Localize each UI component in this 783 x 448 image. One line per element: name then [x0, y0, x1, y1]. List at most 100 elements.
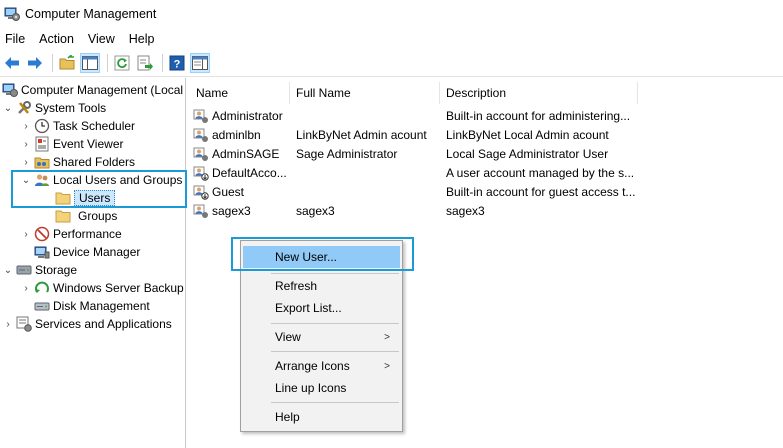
computer-management-icon	[2, 82, 18, 98]
tree-item-computer-management[interactable]: Computer Management (Local	[2, 81, 183, 99]
menu-separator	[271, 402, 399, 403]
user-name: Guest	[212, 184, 245, 199]
user-description: sagex3	[446, 203, 485, 218]
list-header: Name Full Name Description	[190, 82, 640, 104]
tree-item-label: Device Manager	[53, 245, 141, 259]
performance-icon	[34, 226, 50, 242]
user-full-name: LinkByNet Admin acount	[296, 127, 427, 142]
menu-item-label: View	[275, 330, 301, 344]
folder-icon	[55, 208, 71, 224]
chevron-right-icon[interactable]: ›	[3, 319, 13, 330]
user-name: Administrator	[212, 108, 283, 123]
tree-item-groups[interactable]: Groups	[52, 207, 117, 225]
show-hide-tree-icon[interactable]	[80, 52, 100, 73]
tree-item-task-scheduler[interactable]: › Task Scheduler	[21, 117, 135, 135]
table-row[interactable]: Administrator Built-in account for admin…	[190, 106, 638, 125]
user-icon	[193, 108, 209, 124]
menu-item-label: Help	[275, 410, 300, 424]
up-folder-icon[interactable]	[57, 53, 77, 73]
table-row[interactable]: Guest Built-in account for guest access …	[190, 182, 638, 201]
menu-separator	[271, 323, 399, 324]
tree-item-label: Event Viewer	[53, 137, 124, 151]
menu-item-arrange-icons[interactable]: Arrange Icons >	[243, 355, 400, 377]
chevron-down-icon[interactable]: ⌄	[3, 103, 13, 114]
toolbar-separator	[162, 53, 163, 72]
forward-arrow-icon[interactable]	[25, 53, 45, 73]
menu-item-label: Export List...	[275, 301, 342, 315]
menu-help[interactable]: Help	[123, 32, 161, 46]
computer-management-icon	[4, 6, 20, 22]
services-icon	[16, 316, 32, 332]
tree-item-windows-server-backup[interactable]: › Windows Server Backup	[21, 279, 184, 297]
menu-view[interactable]: View	[82, 32, 121, 46]
tree-item-label: Windows Server Backup	[53, 281, 184, 295]
tree-item-event-viewer[interactable]: › Event Viewer	[21, 135, 123, 153]
tree-item-system-tools[interactable]: ⌄ System Tools	[3, 99, 106, 117]
menu-bar: File Action View Help	[0, 28, 783, 49]
disk-icon	[34, 298, 50, 314]
chevron-right-icon[interactable]: ›	[21, 229, 31, 240]
svg-text:?: ?	[174, 58, 181, 70]
help-icon[interactable]: ?	[167, 53, 187, 73]
chevron-right-icon[interactable]: ›	[21, 139, 31, 150]
user-name: sagex3	[212, 203, 251, 218]
title-bar: Computer Management	[0, 0, 783, 28]
menu-file[interactable]: File	[0, 32, 31, 46]
user-description: LinkByNet Local Admin acount	[446, 127, 609, 142]
menu-item-label: Arrange Icons	[275, 359, 350, 373]
toolbar: ?	[0, 49, 783, 77]
tree-item-label: Groups	[78, 209, 118, 223]
menu-item-refresh[interactable]: Refresh	[243, 275, 400, 297]
tree-item-performance[interactable]: › Performance	[21, 225, 122, 243]
tree-item-disk-management[interactable]: › Disk Management	[21, 297, 150, 315]
chevron-right-icon[interactable]: ›	[21, 157, 31, 168]
console-tree: Computer Management (Local ⌄ System Tool…	[0, 78, 186, 448]
menu-action[interactable]: Action	[33, 32, 80, 46]
user-icon	[193, 127, 209, 143]
user-name: AdminSAGE	[212, 146, 280, 161]
column-header-full-name[interactable]: Full Name	[290, 82, 440, 104]
table-row[interactable]: adminlbn LinkByNet Admin acount LinkByNe…	[190, 125, 638, 144]
disabled-user-icon	[193, 165, 209, 181]
submenu-arrow-icon: >	[384, 331, 390, 343]
tree-item-shared-folders[interactable]: › Shared Folders	[21, 153, 135, 171]
toolbar-separator	[107, 53, 108, 72]
tree-item-device-manager[interactable]: › Device Manager	[21, 243, 140, 261]
tree-item-label: Task Scheduler	[53, 119, 136, 133]
tree-item-storage[interactable]: ⌄ Storage	[3, 261, 77, 279]
tree-item-services-apps[interactable]: › Services and Applications	[3, 315, 172, 333]
menu-item-export-list[interactable]: Export List...	[243, 297, 400, 319]
menu-item-view[interactable]: View >	[243, 326, 400, 348]
backup-icon	[34, 280, 50, 296]
table-row[interactable]: DefaultAcco... A user account managed by…	[190, 163, 638, 182]
shared-folder-icon	[34, 154, 50, 170]
menu-item-line-up-icons[interactable]: Line up Icons	[243, 377, 400, 399]
refresh-icon[interactable]	[112, 53, 132, 73]
table-row[interactable]: sagex3 sagex3 sagex3	[190, 201, 638, 220]
menu-item-help[interactable]: Help	[243, 406, 400, 428]
user-icon	[193, 203, 209, 219]
tree-item-label: Shared Folders	[53, 155, 136, 169]
action-pane-icon[interactable]	[190, 52, 210, 73]
user-full-name: sagex3	[296, 203, 335, 218]
chevron-down-icon[interactable]: ⌄	[3, 265, 13, 276]
chevron-right-icon[interactable]: ›	[21, 283, 31, 294]
event-log-icon	[34, 136, 50, 152]
column-header-name[interactable]: Name	[190, 82, 290, 104]
menu-separator	[271, 351, 399, 352]
menu-separator	[271, 273, 399, 274]
back-arrow-icon[interactable]	[2, 53, 22, 73]
user-description: Built-in account for administering...	[446, 108, 631, 123]
user-name: DefaultAcco...	[212, 165, 287, 180]
chevron-right-icon[interactable]: ›	[21, 121, 31, 132]
device-manager-icon	[34, 244, 50, 260]
clock-icon	[34, 118, 50, 134]
tree-item-label: Computer Management (Local	[21, 83, 184, 97]
user-name: adminlbn	[212, 127, 261, 142]
export-list-icon[interactable]	[135, 53, 155, 73]
tree-item-label: System Tools	[35, 101, 107, 115]
table-row[interactable]: AdminSAGE Sage Administrator Local Sage …	[190, 144, 638, 163]
tree-item-label: Services and Applications	[35, 317, 172, 331]
column-header-description[interactable]: Description	[440, 82, 638, 104]
user-full-name: Sage Administrator	[296, 146, 398, 161]
